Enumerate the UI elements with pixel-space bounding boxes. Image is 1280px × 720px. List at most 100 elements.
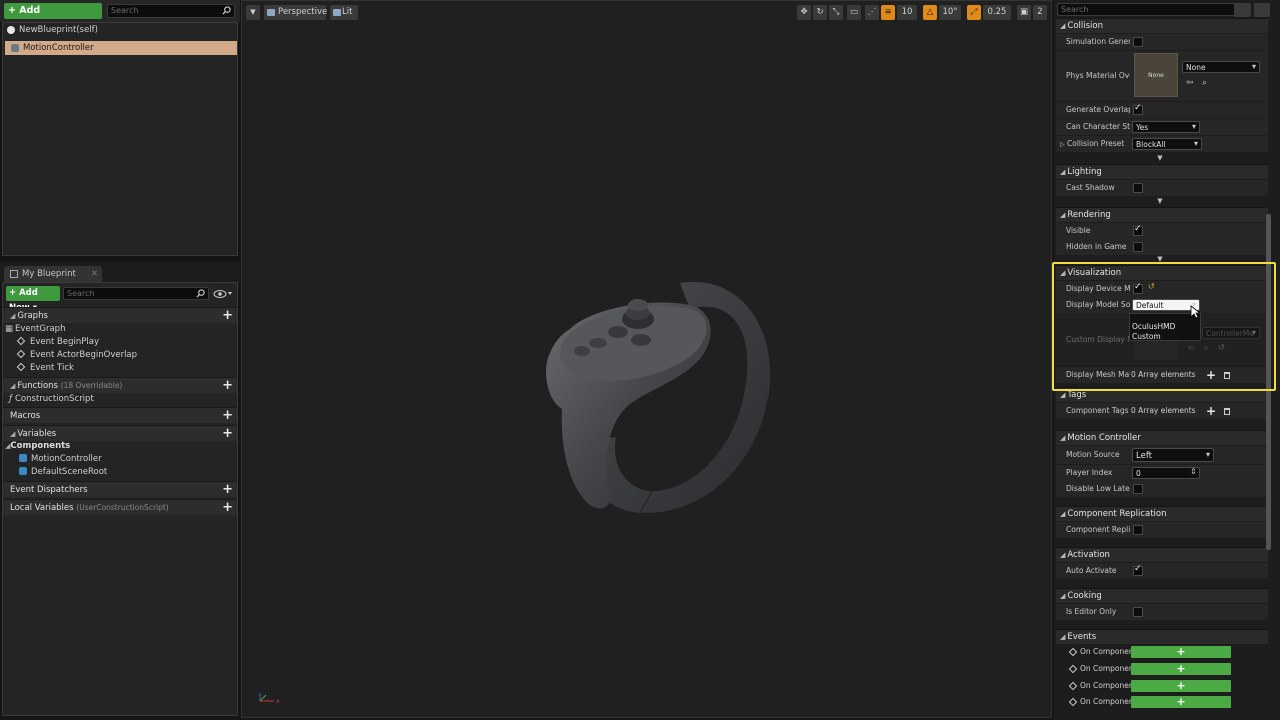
section-rendering[interactable]: ◢ Rendering xyxy=(1056,207,1268,222)
motion-source-dropdown[interactable]: Left xyxy=(1132,448,1214,462)
add-element-plus-icon[interactable]: + xyxy=(1206,405,1216,417)
section-events[interactable]: ◢ Events xyxy=(1056,629,1268,644)
section-variables[interactable]: ◢ Variables + xyxy=(3,425,237,441)
components-search-input[interactable]: Search xyxy=(107,4,235,18)
section-component-replication[interactable]: ◢ Component Replication xyxy=(1056,506,1268,521)
svg-text:x: x xyxy=(276,698,280,705)
add-macro-plus-icon[interactable]: + xyxy=(222,408,233,423)
tab-label: My Blueprint xyxy=(22,269,76,279)
add-dispatcher-plus-icon[interactable]: + xyxy=(222,482,233,497)
scale-snap-value[interactable]: 0.25 xyxy=(983,5,1011,20)
tree-item-motion-controller[interactable]: MotionController xyxy=(5,41,237,55)
advanced-expand-icon[interactable]: ▼ xyxy=(1154,197,1166,205)
property-simulation-generates-hit: Simulation Genera xyxy=(1056,34,1268,50)
add-event-button[interactable]: + xyxy=(1131,680,1231,692)
checkbox[interactable] xyxy=(1133,103,1143,115)
browse-search-icon[interactable]: ⌕ xyxy=(1202,78,1207,88)
section-lighting[interactable]: ◢ Lighting xyxy=(1056,164,1268,179)
section-local-variables[interactable]: Local Variables (UserConstructionScript)… xyxy=(3,499,237,515)
translate-tool-icon[interactable]: ✥ xyxy=(797,5,811,20)
rotation-snap-value[interactable]: 10° xyxy=(939,5,961,20)
list-item-event[interactable]: Event ActorBeginOverlap xyxy=(16,349,137,362)
event-diamond-icon xyxy=(1068,664,1078,674)
checkbox[interactable] xyxy=(1133,224,1143,236)
viewport[interactable]: ▼ Perspective Lit ✥ ↻ ⤡ ▭ ⋰ ≡ 10 △ 10° ⤢… xyxy=(241,0,1052,718)
camera-speed-icon[interactable]: ▣ xyxy=(1017,5,1031,20)
my-blueprint-search-input[interactable]: Search xyxy=(63,287,209,300)
checkbox[interactable] xyxy=(1133,183,1143,193)
rotate-tool-icon[interactable]: ↻ xyxy=(813,5,827,20)
checkbox[interactable] xyxy=(1133,607,1143,617)
add-event-button[interactable]: + xyxy=(1131,696,1231,708)
material-thumbnail[interactable]: None xyxy=(1134,53,1178,97)
collapse-triangle-icon: ◢ xyxy=(1060,510,1066,518)
coordinate-space-icon[interactable]: ▭ xyxy=(847,5,861,20)
eye-icon[interactable] xyxy=(1254,3,1270,17)
scale-snap-icon[interactable]: ⤢ xyxy=(967,5,981,20)
add-component-button[interactable]: + Add Component ▾ xyxy=(4,3,102,32)
section-label: Events xyxy=(1067,632,1097,642)
property-auto-activate: Auto Activate xyxy=(1056,563,1268,579)
section-functions[interactable]: ◢ Functions (18 Overridable) + xyxy=(3,377,237,393)
tree-item-root[interactable]: NewBlueprint(self) xyxy=(3,23,237,37)
list-item-variable[interactable]: MotionController xyxy=(19,453,102,466)
property-label-text: Collision Presets xyxy=(1067,139,1124,148)
collision-presets-dropdown[interactable]: BlockAll xyxy=(1132,138,1202,150)
surface-snap-icon[interactable]: ⋰ xyxy=(865,5,879,20)
checkbox[interactable] xyxy=(1133,525,1143,535)
property-component-tags: Component Tags 0 Array elements + xyxy=(1056,403,1268,419)
list-item-construction-script[interactable]: ƒ ConstructionScript xyxy=(9,393,94,406)
grid-snap-icon[interactable]: ≡ xyxy=(881,5,895,20)
section-collision[interactable]: ◢ Collision xyxy=(1056,18,1268,33)
add-new-button[interactable]: + Add New ▾ xyxy=(6,286,60,313)
grid-snap-value[interactable]: 10 xyxy=(897,5,917,20)
tab-my-blueprint[interactable]: My Blueprint ✕ xyxy=(4,266,102,282)
list-item-event[interactable]: Event Tick xyxy=(16,362,74,375)
viewport-options-button[interactable]: ▼ xyxy=(246,5,260,20)
add-variable-plus-icon[interactable]: + xyxy=(222,426,233,441)
can-step-up-dropdown[interactable]: Yes xyxy=(1132,121,1200,133)
lit-button[interactable]: Lit xyxy=(330,5,358,20)
close-icon[interactable]: ✕ xyxy=(91,266,98,282)
scale-tool-icon[interactable]: ⤡ xyxy=(829,5,843,20)
list-item-event[interactable]: Event BeginPlay xyxy=(16,336,99,349)
rotation-snap-icon[interactable]: △ xyxy=(923,5,937,20)
add-graph-plus-icon[interactable]: + xyxy=(222,308,233,323)
button-label: Perspective xyxy=(278,7,328,17)
dropdown-option[interactable]: Custom xyxy=(1130,332,1200,342)
components-toolbar: + Add Component ▾ Search xyxy=(0,0,240,32)
checkbox[interactable] xyxy=(1133,242,1143,252)
trash-icon[interactable] xyxy=(1224,408,1230,415)
checkbox[interactable] xyxy=(1133,564,1143,576)
checkbox[interactable] xyxy=(1133,37,1143,47)
checkbox[interactable] xyxy=(1133,484,1143,494)
perspective-button[interactable]: Perspective xyxy=(264,5,328,20)
add-function-plus-icon[interactable]: + xyxy=(222,378,233,393)
add-local-variable-plus-icon[interactable]: + xyxy=(222,500,233,515)
spin-arrows-icon[interactable]: ⇕ xyxy=(1190,467,1197,476)
add-event-button[interactable]: + xyxy=(1131,646,1231,658)
list-item-components-category[interactable]: ◢Components xyxy=(5,440,70,453)
use-selected-arrow-icon[interactable]: ⇦ xyxy=(1186,78,1194,88)
property-matrix-icon[interactable] xyxy=(1234,3,1250,17)
camera-speed-value[interactable]: 2 xyxy=(1033,5,1047,20)
section-event-dispatchers[interactable]: Event Dispatchers + xyxy=(3,481,237,497)
list-item-variable[interactable]: DefaultSceneRoot xyxy=(19,466,107,479)
section-motion-controller[interactable]: ◢ Motion Controller xyxy=(1056,430,1268,445)
item-label: EventGraph xyxy=(15,324,66,334)
add-event-button[interactable]: + xyxy=(1131,663,1231,675)
property-label: Component Replic xyxy=(1066,525,1130,534)
section-graphs[interactable]: ◢ Graphs + xyxy=(3,307,237,323)
details-search-input[interactable]: Search xyxy=(1057,3,1251,16)
list-item-event-graph[interactable]: ▦ EventGraph xyxy=(5,323,65,336)
collapse-triangle-icon: ◢ xyxy=(10,312,16,320)
section-label: Macros xyxy=(10,411,41,421)
item-label: Event BeginPlay xyxy=(30,337,99,347)
dropdown-option[interactable]: OculusHMD xyxy=(1130,322,1200,332)
view-options-eye-icon[interactable] xyxy=(213,288,235,300)
section-macros[interactable]: Macros + xyxy=(3,407,237,423)
advanced-expand-icon[interactable]: ▼ xyxy=(1154,154,1166,162)
section-activation[interactable]: ◢ Activation xyxy=(1056,547,1268,562)
section-cooking[interactable]: ◢ Cooking xyxy=(1056,588,1268,603)
phys-material-dropdown[interactable]: None xyxy=(1182,61,1260,73)
